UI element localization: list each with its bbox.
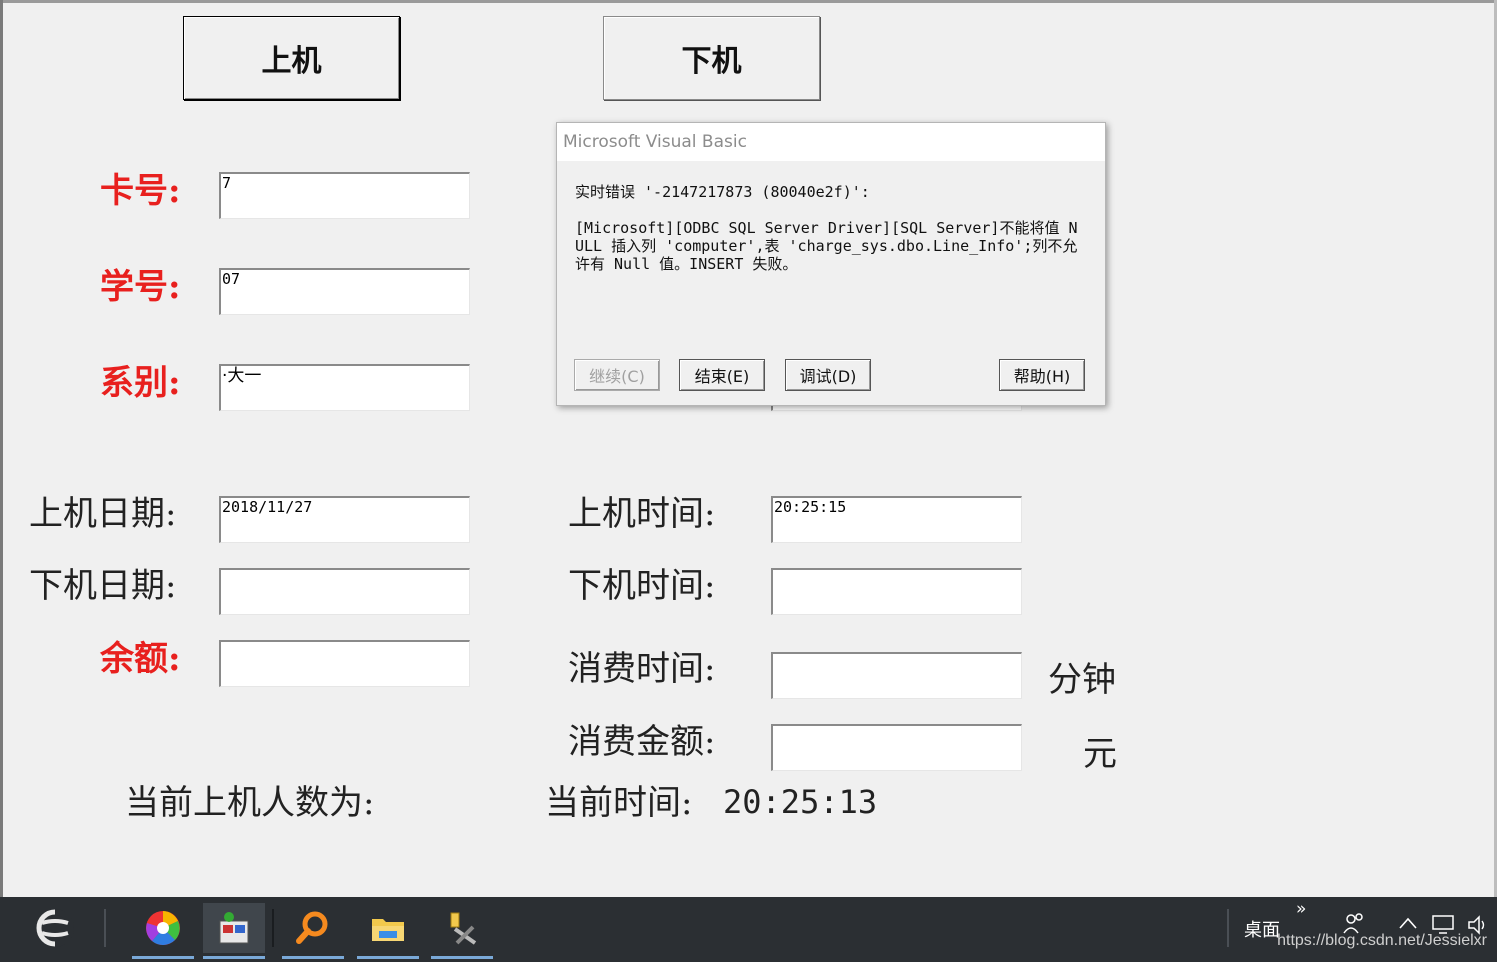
dialog-titlebar[interactable]: Microsoft Visual Basic bbox=[557, 123, 1105, 161]
taskbar-separator bbox=[104, 909, 106, 947]
balance-label: 余额: bbox=[100, 639, 181, 679]
form-left-border bbox=[0, 0, 3, 897]
search-icon[interactable] bbox=[282, 903, 344, 959]
taskbar: 桌面 » https://blog.csdn.net/Jessielxr bbox=[0, 897, 1497, 962]
login-date-field[interactable]: 2018/11/27 bbox=[219, 496, 470, 543]
department-field[interactable]: ·大一 bbox=[219, 364, 470, 411]
debug-button[interactable]: 调试(D) bbox=[785, 359, 871, 391]
end-button[interactable]: 结束(E) bbox=[679, 359, 765, 391]
help-button[interactable]: 帮助(H) bbox=[999, 359, 1085, 391]
start-icon[interactable] bbox=[24, 903, 86, 953]
login-time-label: 上机时间: bbox=[568, 494, 716, 534]
online-count-label: 当前上机人数为: bbox=[125, 783, 375, 823]
yuan-unit-label: 元 bbox=[1083, 734, 1117, 774]
app-running-indicator bbox=[282, 956, 344, 959]
tray-separator bbox=[1227, 909, 1229, 947]
color-wheel-icon[interactable] bbox=[132, 903, 194, 959]
minutes-unit-label: 分钟 bbox=[1048, 660, 1116, 700]
logout-date-field[interactable] bbox=[219, 568, 470, 615]
department-label: 系别: bbox=[100, 363, 181, 403]
error-dialog: Microsoft Visual Basic 实时错误 '-2147217873… bbox=[556, 122, 1106, 406]
current-time-value: 20:25:13 bbox=[723, 783, 878, 821]
logout-time-label: 下机时间: bbox=[568, 566, 716, 606]
current-time-label: 当前时间: bbox=[545, 783, 693, 823]
continue-button: 继续(C) bbox=[574, 359, 660, 391]
consume-time-field[interactable] bbox=[771, 652, 1022, 699]
dialog-title: Microsoft Visual Basic bbox=[563, 132, 747, 152]
error-code-text: 实时错误 '-2147217873 (80040e2f)': bbox=[575, 183, 870, 201]
vb6-icon[interactable] bbox=[203, 903, 265, 959]
app-running-indicator bbox=[431, 956, 493, 959]
app-running-indicator bbox=[357, 956, 419, 959]
file-explorer-icon[interactable] bbox=[357, 903, 419, 959]
consume-time-label: 消费时间: bbox=[568, 649, 716, 689]
form-top-border bbox=[0, 0, 1497, 3]
logout-button[interactable]: 下机 bbox=[603, 16, 820, 100]
login-date-label: 上机日期: bbox=[29, 494, 177, 534]
desktop-label[interactable]: 桌面 bbox=[1244, 916, 1280, 942]
login-button[interactable]: 上机 bbox=[183, 16, 400, 100]
app-running-indicator bbox=[132, 956, 194, 959]
logout-time-field[interactable] bbox=[771, 568, 1022, 615]
login-time-field[interactable]: 20:25:15 bbox=[771, 496, 1022, 543]
error-message-text: [Microsoft][ODBC SQL Server Driver][SQL … bbox=[575, 219, 1078, 273]
consume-amount-label: 消费金额: bbox=[568, 722, 716, 762]
card-no-field[interactable]: 7 bbox=[219, 172, 470, 219]
balance-field[interactable] bbox=[219, 640, 470, 687]
watermark-url: https://blog.csdn.net/Jessielxr bbox=[1277, 932, 1487, 949]
consume-amount-field[interactable] bbox=[771, 724, 1022, 771]
student-no-label: 学号: bbox=[100, 267, 181, 307]
taskbar-separator bbox=[272, 909, 274, 947]
card-no-label: 卡号: bbox=[100, 171, 181, 211]
app-running-indicator bbox=[203, 956, 265, 959]
logout-date-label: 下机日期: bbox=[29, 566, 177, 606]
student-no-field[interactable]: 07 bbox=[219, 268, 470, 315]
tray-chevron-icon[interactable]: » bbox=[1296, 899, 1306, 919]
tools-icon[interactable] bbox=[431, 903, 493, 959]
